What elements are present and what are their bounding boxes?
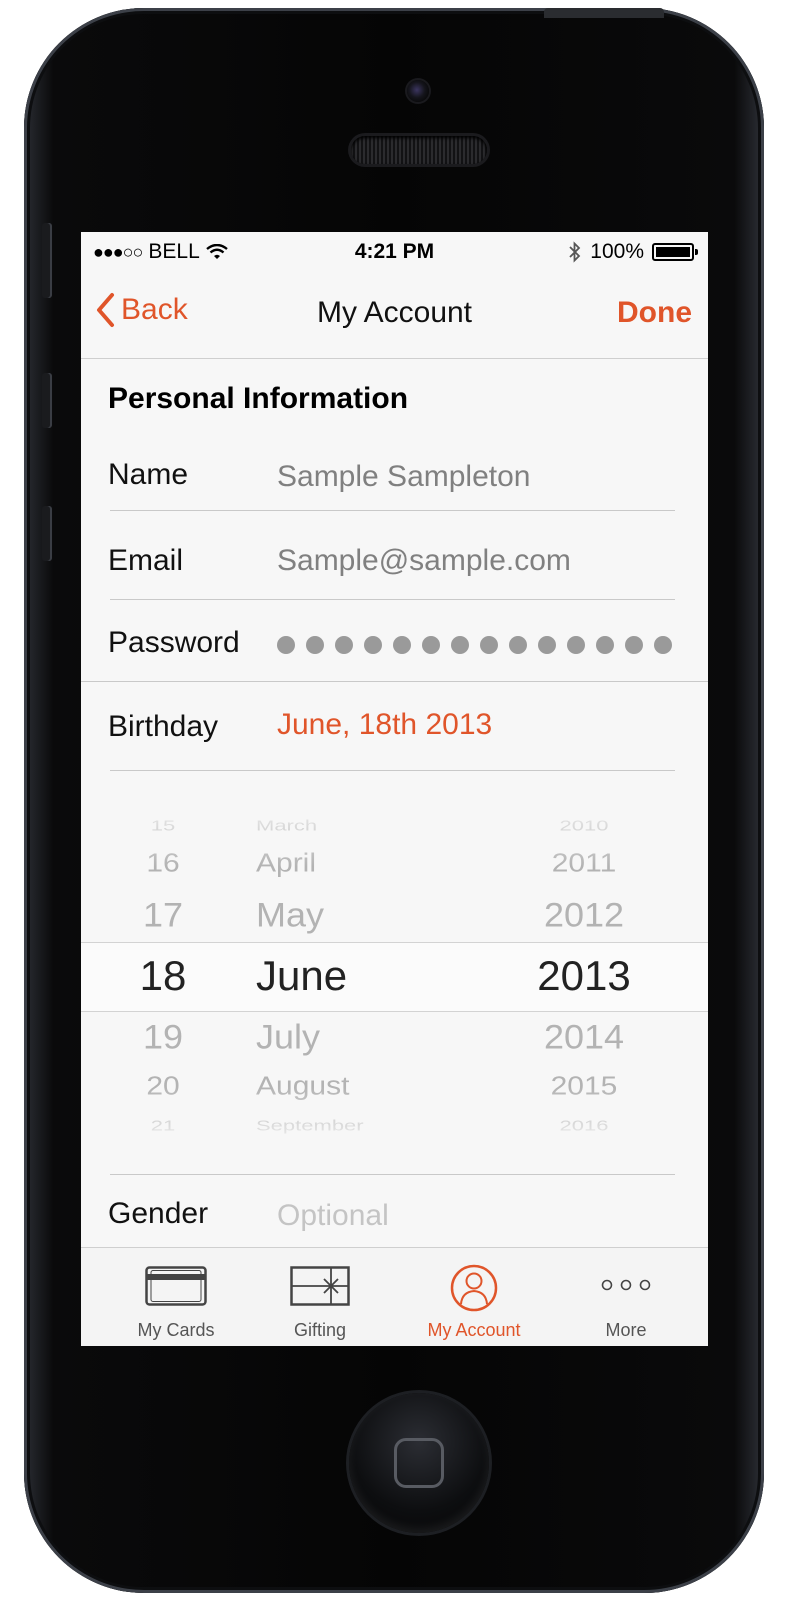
- power-button: [544, 8, 664, 18]
- divider: [81, 681, 708, 682]
- earpiece-speaker: [351, 136, 487, 164]
- name-label: Name: [108, 458, 189, 491]
- password-mask-dot: [451, 636, 469, 654]
- picker-year-option[interactable]: 2012: [544, 897, 624, 932]
- picker-month-option[interactable]: August: [256, 1074, 349, 1100]
- home-square-icon: [394, 1438, 444, 1488]
- battery-icon: [652, 243, 698, 261]
- account-icon: [450, 1264, 498, 1312]
- picker-year-option[interactable]: 2010: [560, 819, 609, 833]
- navigation-bar: Back My Account Done: [81, 272, 708, 359]
- picker-year-option[interactable]: 2016: [560, 1119, 609, 1133]
- email-field[interactable]: Sample@sample.com: [277, 544, 571, 578]
- birthday-label: Birthday: [108, 710, 219, 743]
- password-mask-dot: [393, 636, 411, 654]
- divider: [110, 599, 675, 600]
- email-row[interactable]: Email Sample@sample.com: [81, 542, 708, 600]
- picker-month-option[interactable]: March: [256, 819, 317, 833]
- picker-year-option[interactable]: 2011: [552, 851, 617, 877]
- bluetooth-icon: [569, 241, 581, 263]
- picker-year-selected[interactable]: 2013: [537, 955, 630, 997]
- home-button[interactable]: [349, 1393, 489, 1533]
- volume-up-button: [42, 373, 52, 428]
- password-mask-dot: [654, 636, 672, 654]
- password-mask-dot: [567, 636, 585, 654]
- battery-percent: 100%: [590, 240, 644, 263]
- birthday-row[interactable]: Birthday June, 18th 2013: [81, 708, 708, 768]
- password-mask-dot: [509, 636, 527, 654]
- password-mask-dot: [538, 636, 556, 654]
- tab-my-account[interactable]: My Account: [399, 1248, 549, 1346]
- password-mask-dot: [364, 636, 382, 654]
- more-icon: [601, 1279, 651, 1291]
- picker-day-option[interactable]: 16: [146, 851, 179, 877]
- tab-label: My Cards: [137, 1320, 215, 1340]
- gender-field[interactable]: Optional: [277, 1199, 389, 1233]
- picker-day-option[interactable]: 20: [146, 1074, 179, 1100]
- password-mask-dot: [306, 636, 324, 654]
- tab-label: My Account: [427, 1320, 521, 1340]
- picker-day-option[interactable]: 19: [143, 1019, 183, 1054]
- picker-year-option[interactable]: 2014: [544, 1019, 624, 1054]
- divider: [110, 1174, 675, 1175]
- picker-year-option[interactable]: 2015: [551, 1074, 618, 1100]
- picker-month-option[interactable]: May: [256, 897, 324, 932]
- picker-day-selected[interactable]: 18: [140, 955, 187, 997]
- password-mask-dot: [335, 636, 353, 654]
- tab-gifting[interactable]: Gifting: [246, 1248, 394, 1346]
- mute-switch: [42, 223, 52, 298]
- name-field[interactable]: Sample Sampleton: [277, 460, 530, 494]
- email-label: Email: [108, 544, 184, 577]
- picker-month-option[interactable]: July: [256, 1019, 320, 1054]
- tab-bar: My Cards Gifting My Account More: [81, 1247, 708, 1346]
- gender-label: Gender: [108, 1197, 209, 1230]
- password-mask-dot: [422, 636, 440, 654]
- password-row[interactable]: Password: [81, 624, 708, 682]
- tab-label: Gifting: [293, 1320, 347, 1340]
- date-picker[interactable]: 15 16 17 18 19 20 21 March April May June July Augus…: [81, 797, 708, 1152]
- picker-month-option[interactable]: September: [256, 1119, 364, 1133]
- front-camera: [407, 80, 429, 102]
- picker-day-option[interactable]: 21: [151, 1119, 175, 1133]
- app-screen: ●●●○○ BELL 4:21 PM 100% Back My Account …: [81, 232, 708, 1346]
- divider: [110, 510, 675, 511]
- password-mask-dot: [625, 636, 643, 654]
- page-title: My Account: [316, 296, 473, 329]
- password-mask-dot: [277, 636, 295, 654]
- birthday-value[interactable]: June, 18th 2013: [277, 708, 492, 742]
- status-bar: ●●●○○ BELL 4:21 PM 100%: [81, 232, 708, 272]
- password-label: Password: [108, 626, 240, 659]
- tab-more[interactable]: More: [551, 1248, 701, 1346]
- done-button[interactable]: Done: [617, 296, 692, 330]
- name-row[interactable]: Name Sample Sampleton: [81, 454, 708, 512]
- picker-day-option[interactable]: 15: [151, 819, 175, 833]
- password-field[interactable]: [277, 636, 672, 654]
- gender-row[interactable]: Gender Optional: [81, 1197, 708, 1247]
- section-title: Personal Information: [108, 382, 409, 415]
- card-icon: [145, 1266, 207, 1306]
- picker-month-option[interactable]: April: [256, 851, 316, 877]
- password-mask-dot: [596, 636, 614, 654]
- tab-label: More: [605, 1320, 647, 1340]
- picker-day-option[interactable]: 17: [143, 897, 183, 932]
- volume-down-button: [42, 506, 52, 561]
- picker-month-selected[interactable]: June: [256, 955, 347, 997]
- password-mask-dot: [480, 636, 498, 654]
- divider: [110, 770, 675, 771]
- gift-icon: [290, 1266, 350, 1306]
- tab-my-cards[interactable]: My Cards: [101, 1248, 251, 1346]
